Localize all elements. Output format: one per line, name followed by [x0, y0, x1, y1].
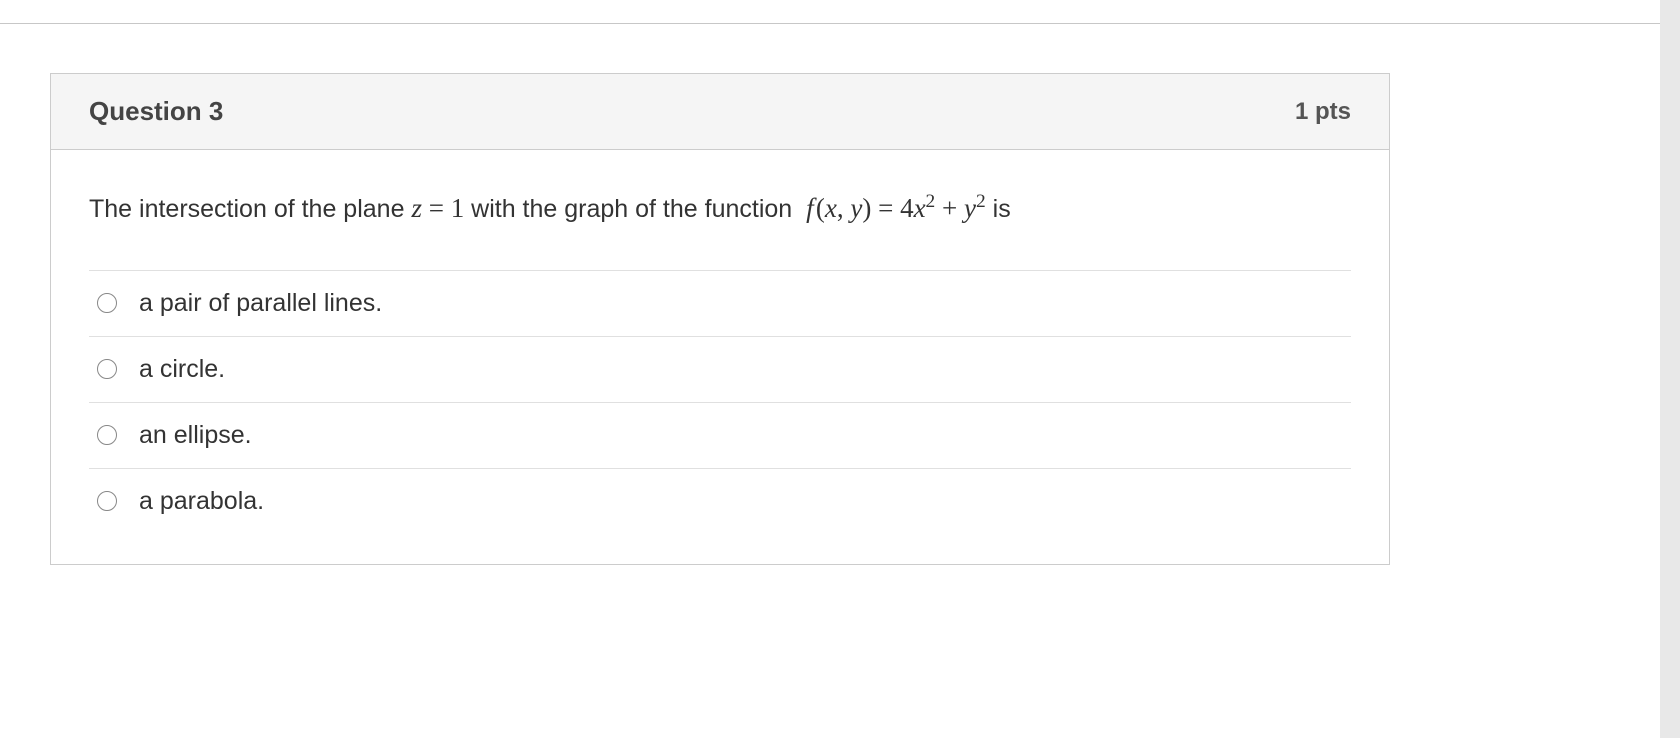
question-title: Question 3	[89, 96, 223, 127]
radio-icon	[97, 293, 117, 313]
right-sidebar	[1660, 0, 1680, 738]
answer-label: an ellipse.	[139, 421, 252, 450]
prompt-text-pre: The intersection of the plane	[89, 195, 411, 223]
question-card: Question 3 1 pts The intersection of the…	[50, 73, 1390, 565]
question-points: 1 pts	[1295, 98, 1351, 126]
math-plane: z = 1	[411, 193, 464, 223]
prompt-text-post: is	[986, 195, 1011, 223]
answer-option[interactable]: a parabola.	[89, 468, 1351, 534]
question-prompt: The intersection of the plane z = 1 with…	[89, 188, 1351, 228]
answer-option[interactable]: a pair of parallel lines.	[89, 270, 1351, 336]
answer-label: a pair of parallel lines.	[139, 289, 382, 318]
top-divider	[0, 23, 1680, 24]
answer-label: a parabola.	[139, 487, 264, 516]
math-function: f (x, y) = 4x2 + y2	[806, 193, 986, 223]
answer-option[interactable]: an ellipse.	[89, 402, 1351, 468]
radio-icon	[97, 425, 117, 445]
radio-icon	[97, 359, 117, 379]
question-body: The intersection of the plane z = 1 with…	[51, 150, 1389, 564]
radio-icon	[97, 491, 117, 511]
prompt-text-mid: with the graph of the function	[464, 195, 799, 223]
answer-label: a circle.	[139, 355, 225, 384]
question-header: Question 3 1 pts	[51, 74, 1389, 150]
answer-option[interactable]: a circle.	[89, 336, 1351, 402]
